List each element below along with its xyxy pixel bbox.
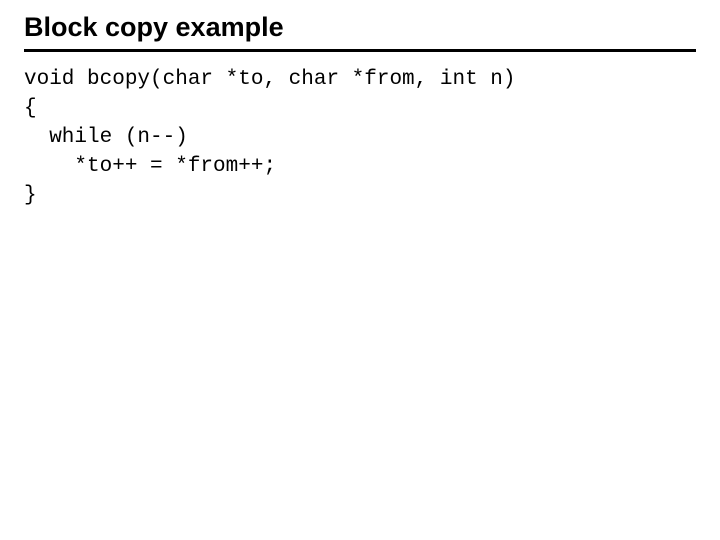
code-line: while (n--) [24, 126, 188, 149]
page-title: Block copy example [24, 12, 696, 43]
code-line: void bcopy(char *to, char *from, int n) [24, 68, 515, 91]
code-line: } [24, 184, 37, 207]
title-divider [24, 49, 696, 52]
slide: Block copy example void bcopy(char *to, … [0, 0, 720, 235]
code-block: void bcopy(char *to, char *from, int n) … [24, 66, 696, 211]
code-line: { [24, 97, 37, 120]
code-line: *to++ = *from++; [24, 155, 276, 178]
